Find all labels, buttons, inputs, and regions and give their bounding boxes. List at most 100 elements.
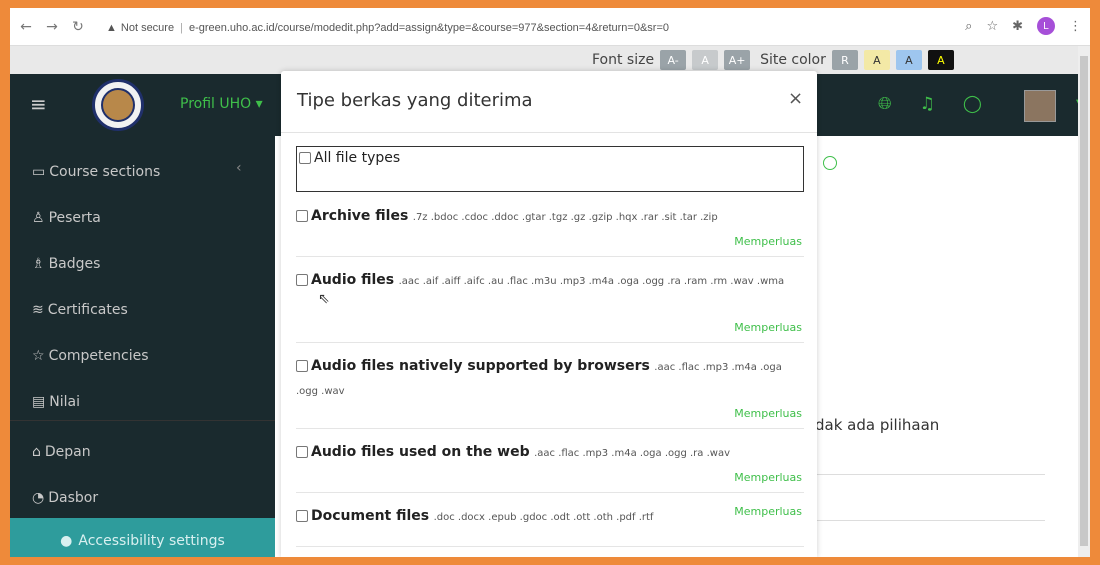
dashboard-icon: ◔ <box>32 490 45 506</box>
accessibility-settings-label: Accessibility settings <box>78 533 225 549</box>
sidebar-item-label: Course sections <box>49 164 161 180</box>
menu-kebab-icon[interactable]: ⋮ <box>1069 19 1082 34</box>
close-icon[interactable]: × <box>788 88 803 109</box>
logo-emblem <box>101 88 135 122</box>
file-type-extensions: .doc .docx .epub .gdoc .odt .ott .oth .p… <box>433 512 654 523</box>
option-divider <box>296 342 804 343</box>
profil-uho-label: Profil UHO <box>180 96 252 112</box>
warning-icon: ▲ <box>106 22 117 34</box>
checkbox[interactable] <box>296 360 308 372</box>
sidebar-item-competencies[interactable]: ☆ Competencies <box>32 348 149 364</box>
browser-actions: ⌕ ☆ ✱ L ⋮ <box>965 17 1082 35</box>
hamburger-menu-icon[interactable]: ≡ <box>30 92 47 116</box>
option-divider <box>296 546 804 547</box>
modal-header: Tipe berkas yang diterima × <box>281 71 817 133</box>
browser-toolbar: ← → ↻ ▲ Not secure | e-green.uho.ac.id/c… <box>10 8 1090 46</box>
option-divider <box>296 492 804 493</box>
sidebar-item-label: Badges <box>48 256 101 272</box>
back-icon[interactable]: ← <box>16 17 36 37</box>
accessibility-settings-button[interactable]: ● Accessibility settings <box>10 518 275 557</box>
viewport: ← → ↻ ▲ Not secure | e-green.uho.ac.id/c… <box>10 8 1090 557</box>
sidebar-item-certificates[interactable]: ≋ Certificates <box>32 302 128 318</box>
file-type-extensions: .7z .bdoc .cdoc .ddoc .gtar .tgz .gz .gz… <box>412 212 718 223</box>
scrollbar-thumb[interactable] <box>1080 56 1088 546</box>
sidebar-item-label: Dasbor <box>48 490 99 506</box>
folder-icon: ▭ <box>32 164 46 180</box>
font-decrease-button[interactable]: A- <box>660 50 687 70</box>
zoom-icon[interactable]: ⌕ <box>965 19 972 34</box>
collapse-chevron-icon[interactable]: ‹ <box>236 160 242 176</box>
option-divider <box>296 256 804 257</box>
profil-uho-menu[interactable]: Profil UHO ▾ <box>180 96 263 112</box>
all-file-types-option[interactable]: All file types <box>296 146 804 192</box>
navbar-icons: 🌐︎ ♫ ◯ <box>878 94 982 114</box>
page-scrollbar[interactable] <box>1078 46 1090 557</box>
university-logo[interactable] <box>92 79 144 131</box>
file-type-name: Document files <box>311 508 430 524</box>
star-icon: ☆ <box>32 348 45 364</box>
message-bubble-icon[interactable]: ◯ <box>963 94 982 114</box>
file-type-audio: Audio files .aac .aif .aiff .aifc .au .f… <box>296 269 804 343</box>
sidebar-item-dasbor[interactable]: ◔ Dasbor <box>32 490 98 506</box>
address-bar[interactable]: ▲ Not secure | e-green.uho.ac.id/course/… <box>106 17 956 39</box>
file-type-extensions: .aac .flac .mp3 .m4a .oga .ogg .ra .wav <box>534 448 730 459</box>
sidebar-item-label: Competencies <box>48 348 149 364</box>
reload-icon[interactable]: ↻ <box>68 17 88 37</box>
checkbox[interactable] <box>296 446 308 458</box>
security-label: Not secure <box>120 22 175 34</box>
file-type-document: Document files .doc .docx .epub .gdoc .o… <box>296 505 804 547</box>
extensions-icon[interactable]: ✱ <box>1012 19 1023 34</box>
forward-icon[interactable]: → <box>42 17 62 37</box>
checkbox[interactable] <box>296 274 308 286</box>
accessibility-bar: Font size A- A A+ Site color R A A A <box>10 46 1090 74</box>
users-icon: ♙ <box>32 210 45 226</box>
sidebar-item-depan[interactable]: ⌂ Depan <box>32 444 91 460</box>
notification-bell-icon[interactable]: ♫ <box>920 94 935 114</box>
sidebar-item-badges[interactable]: ♗ Badges <box>32 256 100 272</box>
expand-link[interactable]: Memperluas <box>734 235 802 248</box>
a11y-controls: Font size A- A A+ Site color R A A A <box>592 50 954 70</box>
sidebar: ▭ Course sections ‹ ♙ Peserta ♗ Badges ≋ Cer… <box>10 136 281 557</box>
expand-link[interactable]: Memperluas <box>734 471 802 484</box>
sidebar-item-peserta[interactable]: ♙ Peserta <box>32 210 101 226</box>
expand-link[interactable]: Memperluas <box>734 505 802 518</box>
globe-icon[interactable]: 🌐︎ <box>878 94 892 114</box>
screenshot-frame: ← → ↻ ▲ Not secure | e-green.uho.ac.id/c… <box>0 0 1100 565</box>
sidebar-divider <box>10 420 275 421</box>
font-increase-button[interactable]: A+ <box>724 50 751 70</box>
font-reset-button[interactable]: A <box>692 50 719 70</box>
option-label: All file types <box>314 150 401 166</box>
background-partial-text: dak ada pilihaan <box>815 416 940 434</box>
help-icon[interactable] <box>823 156 837 170</box>
file-type-name: Audio files used on the web <box>311 444 530 460</box>
sidebar-item-nilai[interactable]: ▤ Nilai <box>32 394 80 410</box>
checkbox[interactable] <box>296 210 308 222</box>
checkbox[interactable] <box>299 152 311 164</box>
sidebar-item-label: Peserta <box>48 210 101 226</box>
bookmark-star-icon[interactable]: ☆ <box>986 19 998 34</box>
font-size-label: Font size <box>592 52 655 68</box>
expand-link[interactable]: Memperluas <box>734 407 802 420</box>
color-yellow-button[interactable]: A <box>863 50 890 70</box>
file-type-name: Audio files <box>311 272 395 288</box>
checkbox[interactable] <box>296 510 308 522</box>
profile-avatar[interactable]: L <box>1037 17 1055 35</box>
badge-icon: ♗ <box>32 256 45 272</box>
color-reset-button[interactable]: R <box>831 50 858 70</box>
expand-link[interactable]: Memperluas <box>734 321 802 334</box>
certificate-icon: ≋ <box>32 302 44 318</box>
color-black-button[interactable]: A <box>927 50 954 70</box>
file-type-name: Audio files natively supported by browse… <box>311 358 650 374</box>
url-separator: | <box>180 22 183 34</box>
sidebar-item-label: Nilai <box>49 394 80 410</box>
background-divider <box>815 474 1045 475</box>
sidebar-item-course-sections[interactable]: ▭ Course sections <box>32 164 160 180</box>
file-type-archive: Archive files .7z .bdoc .cdoc .ddoc .gta… <box>296 205 804 257</box>
all-file-types-label[interactable]: All file types <box>299 150 400 166</box>
mouse-cursor-icon: ⇖ <box>318 291 330 307</box>
user-avatar[interactable] <box>1024 90 1056 122</box>
color-blue-button[interactable]: A <box>895 50 922 70</box>
sidebar-item-label: Depan <box>44 444 91 460</box>
sidebar-item-label: Certificates <box>47 302 128 318</box>
url-text: e-green.uho.ac.id/course/modedit.php?add… <box>188 22 669 34</box>
